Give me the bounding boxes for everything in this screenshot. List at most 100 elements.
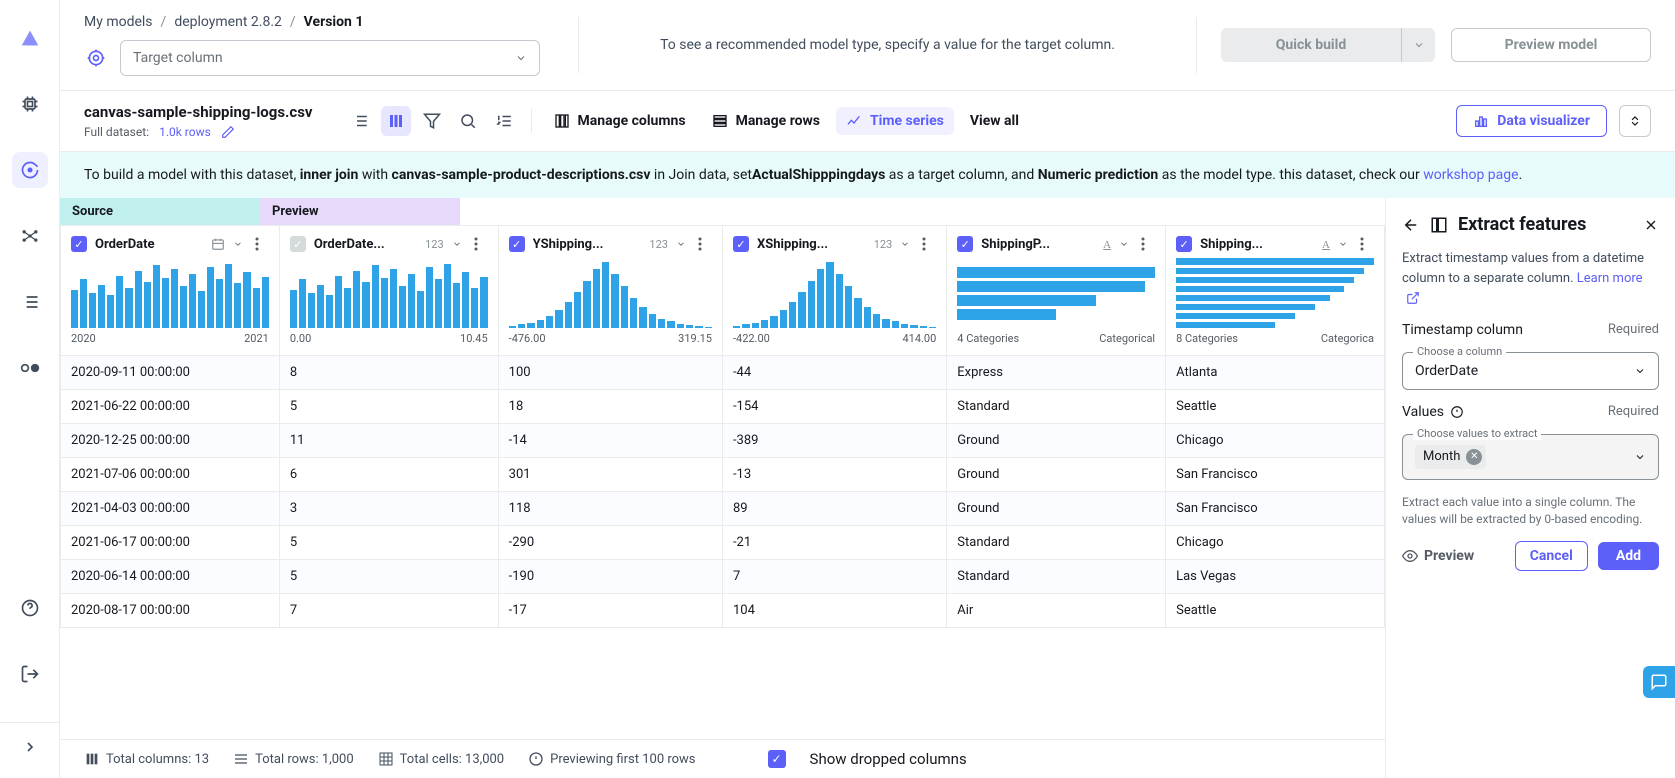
chevron-down-icon[interactable]	[1119, 239, 1133, 249]
list-icon[interactable]	[12, 284, 48, 320]
info-banner: To build a model with this dataset, inne…	[60, 152, 1675, 198]
values-select[interactable]: Choose values to extract Month✕	[1402, 434, 1659, 480]
grid-view-icon[interactable]	[381, 106, 411, 136]
column-checkbox[interactable]: ✓	[733, 236, 749, 252]
total-columns: Total columns: 13	[84, 751, 209, 767]
preview-model-button[interactable]: Preview model	[1451, 28, 1651, 62]
values-hint: Extract each value into a single column.…	[1402, 494, 1659, 528]
dropped-label: Show dropped columns	[810, 750, 967, 768]
add-button[interactable]: Add	[1598, 542, 1659, 570]
cancel-button[interactable]: Cancel	[1515, 541, 1588, 571]
preview-button[interactable]: Preview	[1402, 548, 1505, 564]
filter-icon[interactable]	[417, 106, 447, 136]
logout-icon[interactable]	[12, 656, 48, 692]
table-row[interactable]: 2020-06-14 00:00:005-1907StandardLas Veg…	[61, 560, 1385, 594]
kebab-icon[interactable]	[698, 237, 712, 251]
back-icon[interactable]	[1402, 216, 1420, 234]
chevron-down-icon[interactable]	[676, 239, 690, 249]
chevron-down-icon[interactable]	[233, 239, 247, 249]
file-meta-label: Full dataset:	[84, 125, 149, 139]
expand-icon[interactable]	[0, 722, 59, 758]
values-label: Values	[1402, 404, 1444, 420]
total-rows: Total rows: 1,000	[233, 751, 354, 767]
kebab-icon[interactable]	[1141, 237, 1155, 251]
chip-icon[interactable]	[12, 86, 48, 122]
kebab-icon[interactable]	[255, 237, 269, 251]
time-series-button[interactable]: Time series	[836, 107, 954, 135]
panel-title: Extract features	[1458, 214, 1633, 235]
table-row[interactable]: 2021-04-03 00:00:00311889GroundSan Franc…	[61, 492, 1385, 526]
chat-fab[interactable]	[1643, 666, 1675, 698]
file-rows-link[interactable]: 1.0k rows	[159, 125, 211, 139]
chevron-down-icon[interactable]	[452, 239, 466, 249]
quick-build-button[interactable]: Quick build	[1221, 28, 1401, 62]
column-header[interactable]: ✓ OrderDate... 123	[290, 236, 488, 252]
preview-info: Previewing first 100 rows	[528, 751, 695, 767]
column-header[interactable]: ✓ OrderDate	[71, 236, 269, 252]
data-visualizer-button[interactable]: Data visualizer	[1456, 105, 1607, 137]
source-tag: Source	[60, 198, 260, 225]
chevron-down-icon[interactable]	[900, 239, 914, 249]
column-checkbox[interactable]: ✓	[71, 236, 87, 252]
table-row[interactable]: 2020-08-17 00:00:007-17104AirSeattle	[61, 594, 1385, 628]
breadcrumb-models[interactable]: My models	[84, 14, 153, 30]
topbar: My models / deployment 2.8.2 / Version 1…	[60, 0, 1675, 91]
column-checkbox[interactable]: ✓	[1176, 236, 1192, 252]
extract-icon	[1430, 216, 1448, 234]
pencil-icon[interactable]	[221, 125, 235, 139]
dropped-checkbox[interactable]: ✓	[768, 750, 786, 768]
learn-more-link[interactable]: Learn more	[1577, 271, 1643, 286]
column-header[interactable]: ✓ Shipping... A	[1176, 236, 1374, 252]
column-checkbox[interactable]: ✓	[290, 236, 306, 252]
quick-build-dropdown[interactable]	[1401, 28, 1435, 62]
data-grid[interactable]: ✓ OrderDate 20202021 ✓ OrderDate... 123 …	[60, 225, 1385, 739]
graph-icon[interactable]	[12, 218, 48, 254]
refresh-icon[interactable]	[12, 152, 48, 188]
panel-toggle-button[interactable]	[1619, 105, 1651, 137]
search-icon[interactable]	[453, 106, 483, 136]
column-header[interactable]: ✓ XShipping... 123	[733, 236, 936, 252]
column-header[interactable]: ✓ YShipping... 123	[509, 236, 712, 252]
column-header[interactable]: ✓ ShippingP... A	[957, 236, 1155, 252]
chevron-down-icon[interactable]	[1338, 239, 1352, 249]
remove-chip-icon: ✕	[1466, 449, 1482, 465]
breadcrumb-version: Version 1	[304, 14, 364, 30]
target-placeholder: Target column	[133, 50, 223, 66]
view-all-button[interactable]: View all	[960, 107, 1029, 135]
column-checkbox[interactable]: ✓	[957, 236, 973, 252]
toggle-icon[interactable]	[12, 350, 48, 386]
timestamp-label: Timestamp column	[1402, 322, 1523, 338]
table-row[interactable]: 2020-09-11 00:00:008100-44ExpressAtlanta	[61, 356, 1385, 390]
numbered-list-icon[interactable]	[489, 106, 519, 136]
manage-columns-button[interactable]: Manage columns	[544, 107, 696, 135]
table-row[interactable]: 2020-12-25 00:00:0011-14-389GroundChicag…	[61, 424, 1385, 458]
table-row[interactable]: 2021-07-06 00:00:006301-13GroundSan Fran…	[61, 458, 1385, 492]
breadcrumb: My models / deployment 2.8.2 / Version 1	[84, 14, 554, 30]
month-chip[interactable]: Month✕	[1415, 445, 1486, 469]
target-icon	[84, 46, 108, 70]
total-cells: Total cells: 13,000	[378, 751, 504, 767]
preview-tag: Preview	[260, 198, 460, 225]
logo-icon[interactable]	[12, 20, 48, 56]
close-icon[interactable]	[1643, 217, 1659, 233]
breadcrumb-deployment[interactable]: deployment 2.8.2	[174, 14, 282, 30]
recommend-text: To see a recommended model type, specify…	[578, 17, 1197, 73]
footer: Total columns: 13 Total rows: 1,000 Tota…	[60, 739, 1385, 778]
target-column-select[interactable]: Target column	[120, 40, 540, 76]
kebab-icon[interactable]	[922, 237, 936, 251]
manage-rows-button[interactable]: Manage rows	[702, 107, 830, 135]
table-row[interactable]: 2021-06-22 00:00:00518-154StandardSeattl…	[61, 390, 1385, 424]
info-icon[interactable]	[1450, 405, 1464, 419]
panel-description: Extract timestamp values from a datetime…	[1402, 249, 1659, 308]
timestamp-select[interactable]: Choose a column OrderDate	[1402, 352, 1659, 390]
list-view-icon[interactable]	[345, 106, 375, 136]
kebab-icon[interactable]	[474, 237, 488, 251]
sidebar	[0, 0, 60, 778]
kebab-icon[interactable]	[1360, 237, 1374, 251]
right-panel: Extract features Extract timestamp value…	[1385, 198, 1675, 778]
help-icon[interactable]	[12, 590, 48, 626]
workshop-link[interactable]: workshop page	[1423, 167, 1518, 183]
file-name: canvas-sample-shipping-logs.csv	[84, 103, 313, 121]
column-checkbox[interactable]: ✓	[509, 236, 525, 252]
table-row[interactable]: 2021-06-17 00:00:005-290-21StandardChica…	[61, 526, 1385, 560]
